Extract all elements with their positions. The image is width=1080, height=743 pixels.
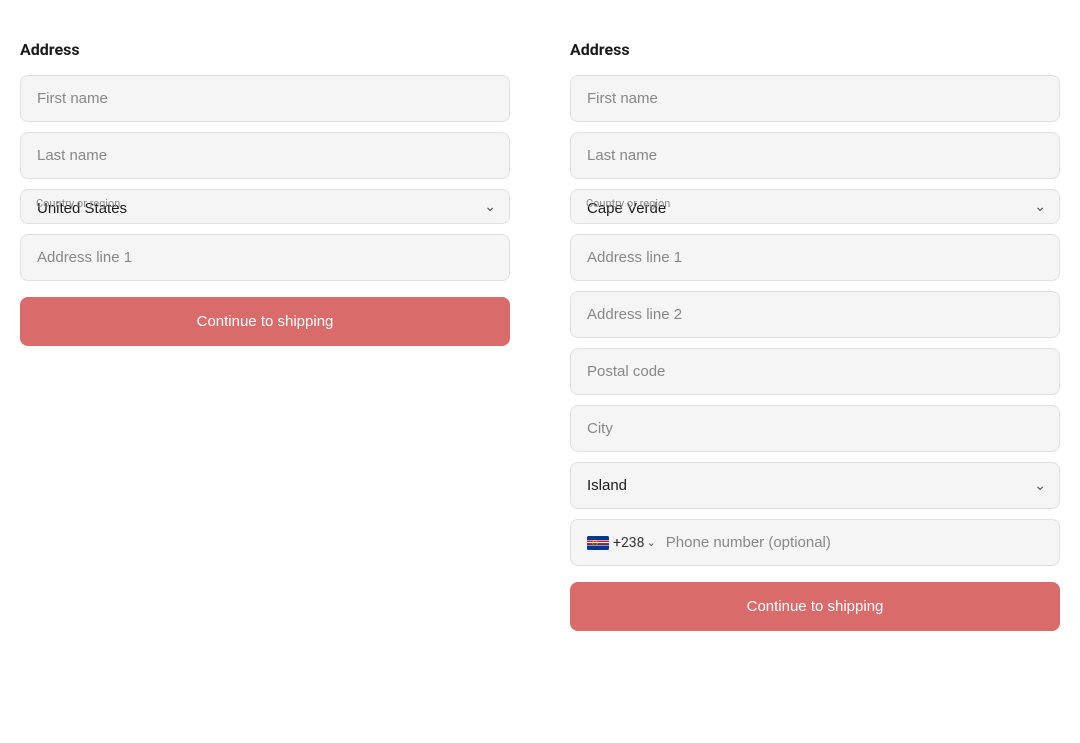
phone-code-chevron-icon[interactable]: ⌄ [647, 536, 656, 549]
phone-country-code: +238 [613, 535, 645, 551]
left-country-group: Country or region United States Canada U… [20, 189, 510, 224]
right-phone-row: +238 ⌄ [570, 519, 1060, 566]
left-address-line1-input[interactable] [20, 234, 510, 281]
left-country-wrapper: Country or region United States Canada U… [20, 189, 510, 224]
left-last-name-input[interactable] [20, 132, 510, 179]
left-continue-button[interactable]: Continue to shipping [20, 297, 510, 346]
left-form-title: Address [20, 40, 510, 59]
right-country-select[interactable]: Cape Verde United States Canada [570, 189, 1060, 224]
left-form-panel: Address Country or region United States … [20, 40, 510, 641]
right-island-group: Island Santiago São Vicente Santo Antão … [570, 462, 1060, 509]
right-first-name-input[interactable] [570, 75, 1060, 122]
right-continue-button[interactable]: Continue to shipping [570, 582, 1060, 631]
right-postal-code-group [570, 348, 1060, 395]
right-city-group [570, 405, 1060, 452]
page-container: Address Country or region United States … [20, 40, 1060, 641]
right-postal-code-input[interactable] [570, 348, 1060, 395]
right-country-wrapper: Country or region Cape Verde United Stat… [570, 189, 1060, 224]
right-last-name-group [570, 132, 1060, 179]
right-island-select[interactable]: Island Santiago São Vicente Santo Antão … [570, 462, 1060, 509]
left-first-name-input[interactable] [20, 75, 510, 122]
right-phone-input[interactable] [666, 520, 1043, 565]
left-address-line1-group [20, 234, 510, 281]
right-last-name-input[interactable] [570, 132, 1060, 179]
right-phone-group: +238 ⌄ [570, 519, 1060, 566]
left-country-select[interactable]: United States Canada United Kingdom [20, 189, 510, 224]
right-address-line2-group [570, 291, 1060, 338]
right-city-input[interactable] [570, 405, 1060, 452]
right-address-line2-input[interactable] [570, 291, 1060, 338]
left-continue-group: Continue to shipping [20, 291, 510, 346]
right-form-title: Address [570, 40, 1060, 59]
right-form-panel: Address Country or region Cape Verde Uni… [570, 40, 1060, 641]
left-first-name-group [20, 75, 510, 122]
right-address-line1-input[interactable] [570, 234, 1060, 281]
right-first-name-group [570, 75, 1060, 122]
left-last-name-group [20, 132, 510, 179]
cape-verde-flag-icon [587, 536, 609, 550]
right-country-group: Country or region Cape Verde United Stat… [570, 189, 1060, 224]
right-continue-group: Continue to shipping [570, 576, 1060, 631]
right-address-line1-group [570, 234, 1060, 281]
right-island-wrapper: Island Santiago São Vicente Santo Antão … [570, 462, 1060, 509]
